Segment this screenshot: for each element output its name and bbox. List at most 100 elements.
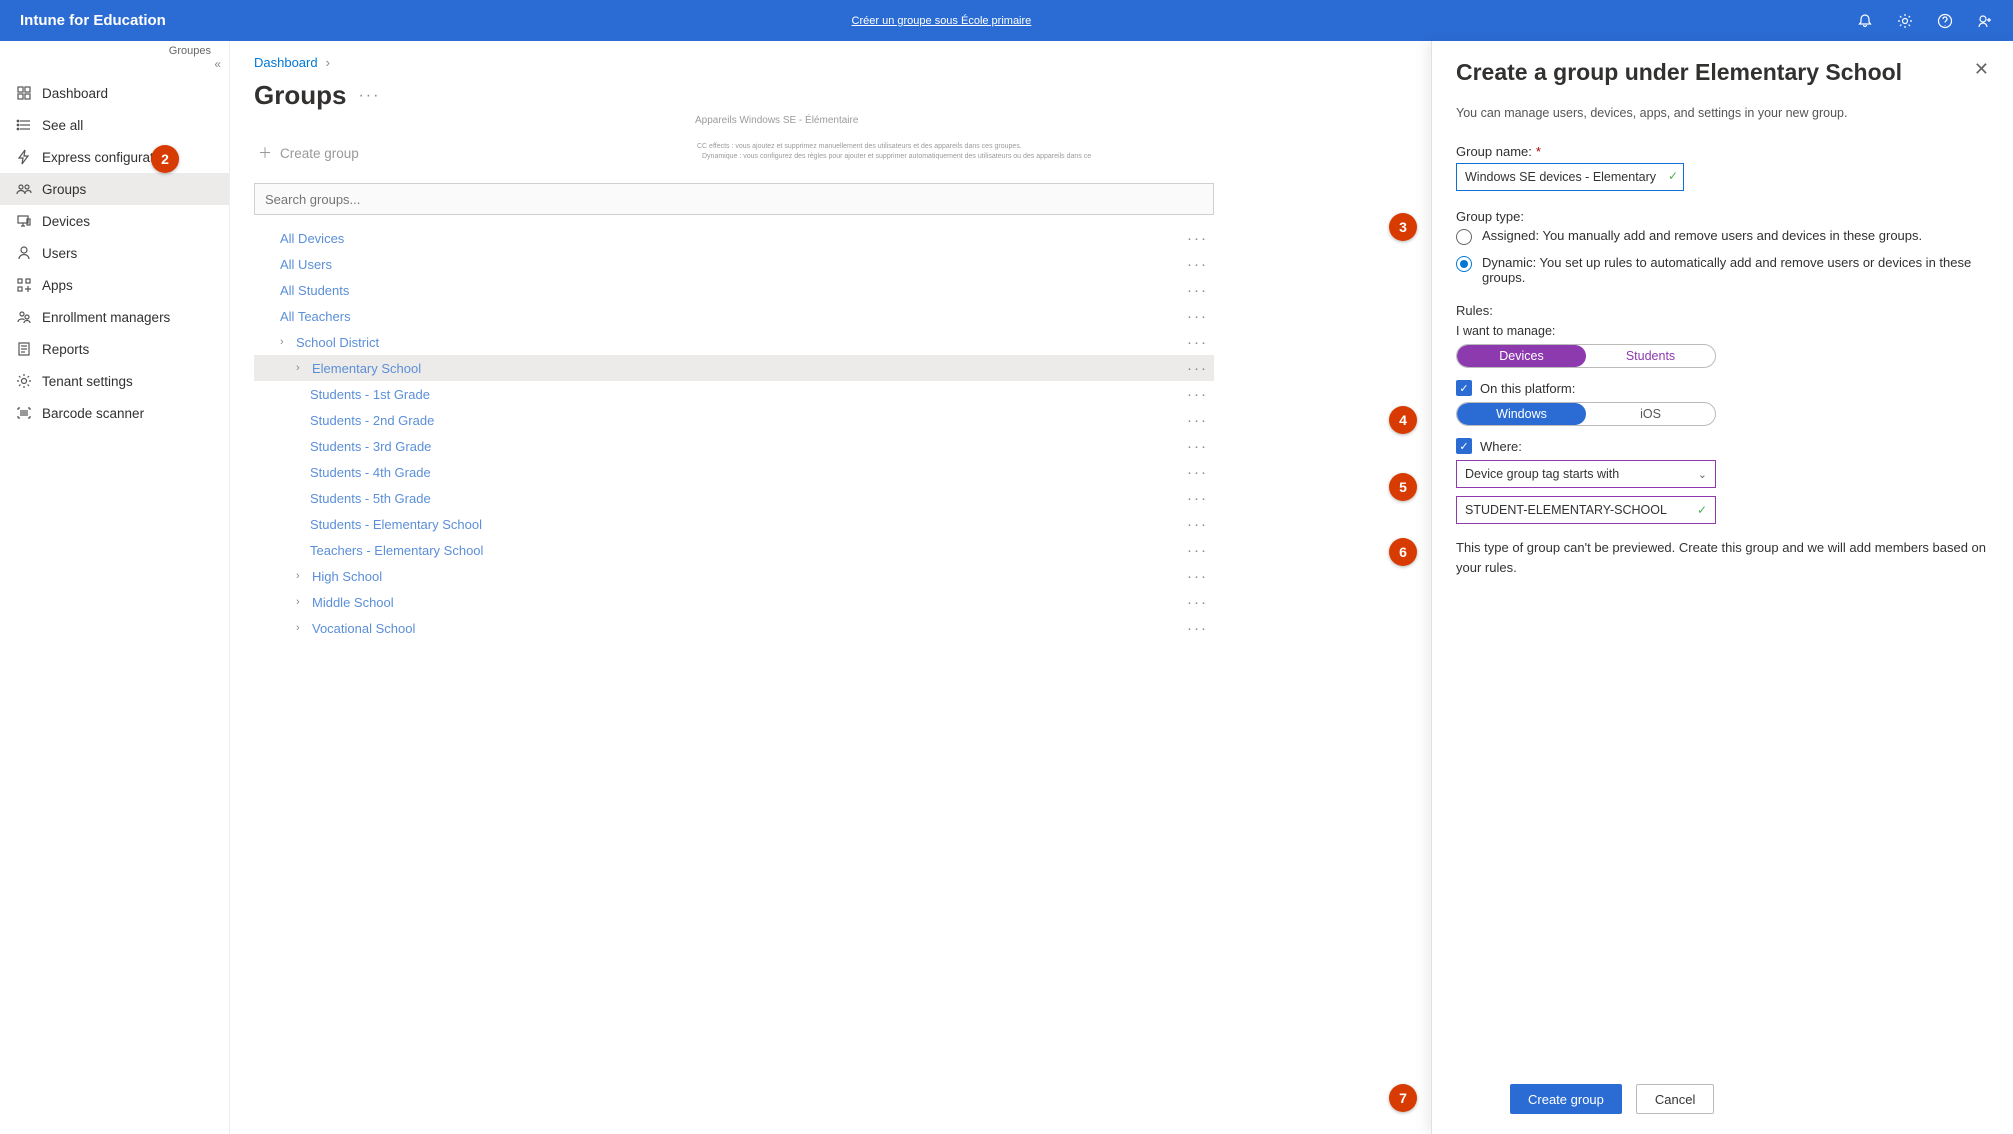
ghost-overlay-text: Appareils Windows SE - Élémentaire [695,113,858,129]
where-value-text: STUDENT-ELEMENTARY-SCHOOL [1465,503,1667,517]
rule-note: This type of group can't be previewed. C… [1456,538,1986,577]
tree-row[interactable]: All Students··· [254,277,1214,303]
platform-toggle: Windows iOS [1456,402,1716,426]
sidebar-collapse-toggle[interactable]: « [0,57,229,77]
rules-label: Rules: [1456,303,1989,318]
sidebar-item-tenant-settings[interactable]: Tenant settings [0,365,229,397]
platform-checkbox[interactable]: ✓ [1456,380,1472,396]
callout-6: 6 [1389,538,1417,566]
tree-row[interactable]: Students - 2nd Grade ··· [254,407,1214,433]
chevron-right-icon: › [296,596,306,608]
sidebar-item-barcode-scanner[interactable]: Barcode scanner [0,397,229,429]
tree-row[interactable]: Teachers - Elementary School··· [254,537,1214,563]
sidebar-item-enrollment-managers[interactable]: Enrollment managers [0,301,229,333]
row-more-icon[interactable]: ··· [1187,438,1208,455]
tree-row-label: All Devices [280,231,344,246]
where-condition-dropdown[interactable]: Device group tag starts with ⌄ [1456,460,1716,488]
row-more-icon[interactable]: ··· [1187,516,1208,533]
group-type-label: Group type: [1456,209,1989,224]
tree-row-label: School District [296,335,379,350]
sidebar-item-see-all[interactable]: See all [0,109,229,141]
sidebar-item-groups[interactable]: Groups [0,173,229,205]
sidebar-item-label: See all [42,118,83,133]
callout-5: 5 [1389,473,1417,501]
tree-row-label: Middle School [312,595,394,610]
tree-row[interactable]: All Users··· [254,251,1214,277]
row-more-icon[interactable]: ··· [1187,386,1208,403]
barcode-icon [16,405,32,421]
feedback-icon[interactable] [1977,13,1993,29]
tree-row[interactable]: ›Elementary School··· [254,355,1214,381]
create-group-button[interactable]: ＋ Create group [254,137,363,169]
bell-icon[interactable] [1857,13,1873,29]
topbar-actions [1857,13,1993,29]
row-more-icon[interactable]: ··· [1187,230,1208,247]
tree-row-label: High School [312,569,382,584]
groups-icon [16,181,32,197]
platform-ios-option[interactable]: iOS [1586,403,1715,425]
row-more-icon[interactable]: ··· [1187,282,1208,299]
top-bar: Intune for Education Créer un groupe sou… [0,0,2013,41]
row-more-icon[interactable]: ··· [1187,594,1208,611]
row-more-icon[interactable]: ··· [1187,464,1208,481]
callout-3: 3 [1389,213,1417,241]
sidebar-item-express-configuration[interactable]: Express configuration [0,141,229,173]
search-input[interactable] [254,183,1214,215]
create-group-label: Create group [280,146,359,161]
row-more-icon[interactable]: ··· [1187,308,1208,325]
radio-assigned-label: Assigned: You manually add and remove us… [1482,228,1922,243]
callout-7: 7 [1389,1084,1417,1112]
radio-dynamic[interactable]: Dynamic: You set up rules to automatical… [1456,255,1989,285]
radio-dynamic-label: Dynamic: You set up rules to automatical… [1482,255,1989,285]
tree-row[interactable]: Students - 1st Grade··· [254,381,1214,407]
row-more-icon[interactable]: ··· [1187,490,1208,507]
sidebar-item-apps[interactable]: Apps [0,269,229,301]
help-icon[interactable] [1937,13,1953,29]
tree-row[interactable]: Students - Elementary School ··· [254,511,1214,537]
tree-row[interactable]: › Middle School ··· [254,589,1214,615]
tree-row[interactable]: ›School District··· [254,329,1214,355]
cancel-button[interactable]: Cancel [1636,1084,1714,1114]
row-more-icon[interactable]: ··· [1187,568,1208,585]
row-more-icon[interactable]: ··· [1187,360,1208,377]
create-group-flyout: Create a group under Elementary School ✕… [1431,41,2013,1134]
where-checkbox[interactable]: ✓ [1456,438,1472,454]
tree-row-label: Students - 2nd Grade [310,413,434,428]
tree-row[interactable]: › High School ··· [254,563,1214,589]
row-more-icon[interactable]: ··· [1187,256,1208,273]
sidebar-item-users[interactable]: Users [0,237,229,269]
close-icon[interactable]: ✕ [1974,59,1989,80]
manage-students-option[interactable]: Students [1586,345,1715,367]
sidebar-item-label: Users [42,246,77,261]
row-more-icon[interactable]: ··· [1187,542,1208,559]
create-group-submit-button[interactable]: Create group [1510,1084,1622,1114]
sidebar-item-dashboard[interactable]: Dashboard [0,77,229,109]
radio-assigned[interactable]: Assigned: You manually add and remove us… [1456,228,1989,245]
tree-row[interactable]: All Devices ··· [254,225,1214,251]
sidebar-item-devices[interactable]: Devices [0,205,229,237]
row-more-icon[interactable]: ··· [1187,620,1208,637]
tree-row[interactable]: Students - 3rd Grade··· [254,433,1214,459]
tree-row[interactable]: ›Vocational School··· [254,615,1214,641]
breadcrumb-link[interactable]: Dashboard [254,55,318,70]
group-name-label: Group name:* [1456,144,1989,159]
tree-row[interactable]: All Teachers··· [254,303,1214,329]
row-more-icon[interactable]: ··· [1187,412,1208,429]
row-more-icon[interactable]: ··· [1187,334,1208,351]
tree-row-label: Students - Elementary School [310,517,482,532]
group-name-input[interactable] [1456,163,1684,191]
sidebar-item-label: Barcode scanner [42,406,144,421]
where-value-dropdown[interactable]: STUDENT-ELEMENTARY-SCHOOL ✓ [1456,496,1716,524]
apps-icon [16,277,32,293]
sidebar-item-label: Devices [42,214,90,229]
page-title-more-icon[interactable]: ··· [358,87,380,105]
platform-windows-option[interactable]: Windows [1457,403,1586,425]
tree-row[interactable]: Students - 5th Grade··· [254,485,1214,511]
gear-icon[interactable] [1897,13,1913,29]
topbar-center-link[interactable]: Créer un groupe sous École primaire [852,15,1032,27]
tree-row[interactable]: Students - 4th Grade··· [254,459,1214,485]
chevron-right-icon: › [296,570,306,582]
sidebar: Groupes « DashboardSee allExpress config… [0,41,230,1134]
sidebar-item-reports[interactable]: Reports [0,333,229,365]
manage-devices-option[interactable]: Devices [1457,345,1586,367]
